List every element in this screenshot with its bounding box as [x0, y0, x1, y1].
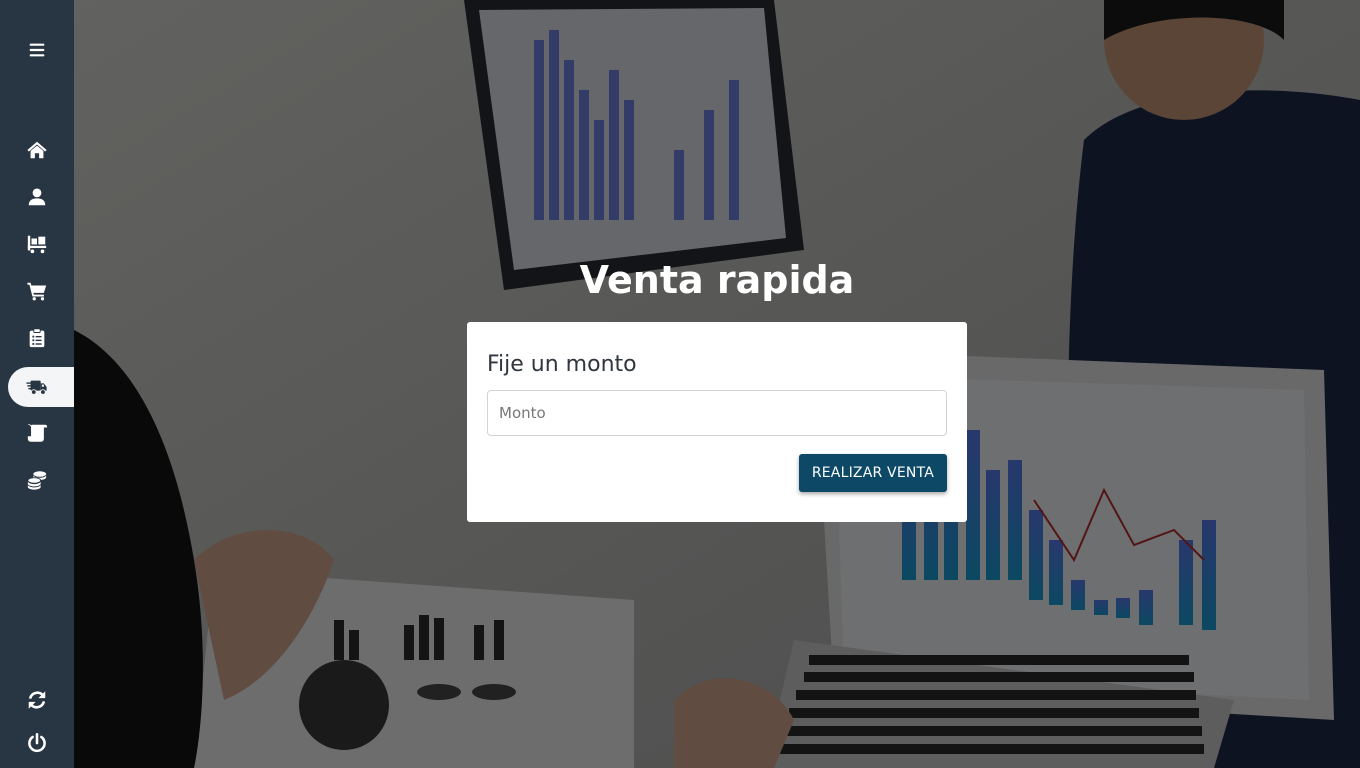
sidebar-item-cart[interactable] — [0, 271, 74, 311]
clipboard-icon — [29, 328, 45, 348]
power-icon — [28, 733, 46, 753]
menu-icon — [29, 43, 45, 57]
refresh-button[interactable] — [0, 680, 74, 720]
sidebar-item-users[interactable] — [0, 177, 74, 217]
sidebar-item-orders[interactable] — [0, 318, 74, 358]
scroll-icon — [27, 424, 48, 442]
logout-button[interactable] — [0, 723, 74, 763]
sidebar — [0, 0, 74, 768]
sidebar-item-quick-sale[interactable] — [8, 367, 74, 407]
page-title: Venta rapida — [579, 258, 855, 302]
sync-icon — [28, 691, 46, 709]
amount-label: Fije un monto — [487, 352, 637, 377]
truck-icon — [26, 380, 47, 395]
user-icon — [28, 188, 46, 206]
home-icon — [27, 141, 47, 159]
sidebar-item-finances[interactable] — [0, 460, 74, 500]
sidebar-item-home[interactable] — [0, 130, 74, 170]
menu-toggle-button[interactable] — [0, 30, 74, 70]
app-window: Venta rapida Fije un monto REALIZAR VENT… — [0, 0, 1360, 768]
sidebar-item-inventory[interactable] — [0, 224, 74, 264]
amount-input[interactable] — [487, 390, 947, 436]
sidebar-item-records[interactable] — [0, 413, 74, 453]
coins-icon — [27, 471, 47, 490]
quick-sale-card: Fije un monto REALIZAR VENTA — [467, 322, 967, 522]
make-sale-button[interactable]: REALIZAR VENTA — [798, 454, 947, 492]
pallet-icon — [27, 235, 47, 254]
cart-icon — [27, 282, 47, 301]
